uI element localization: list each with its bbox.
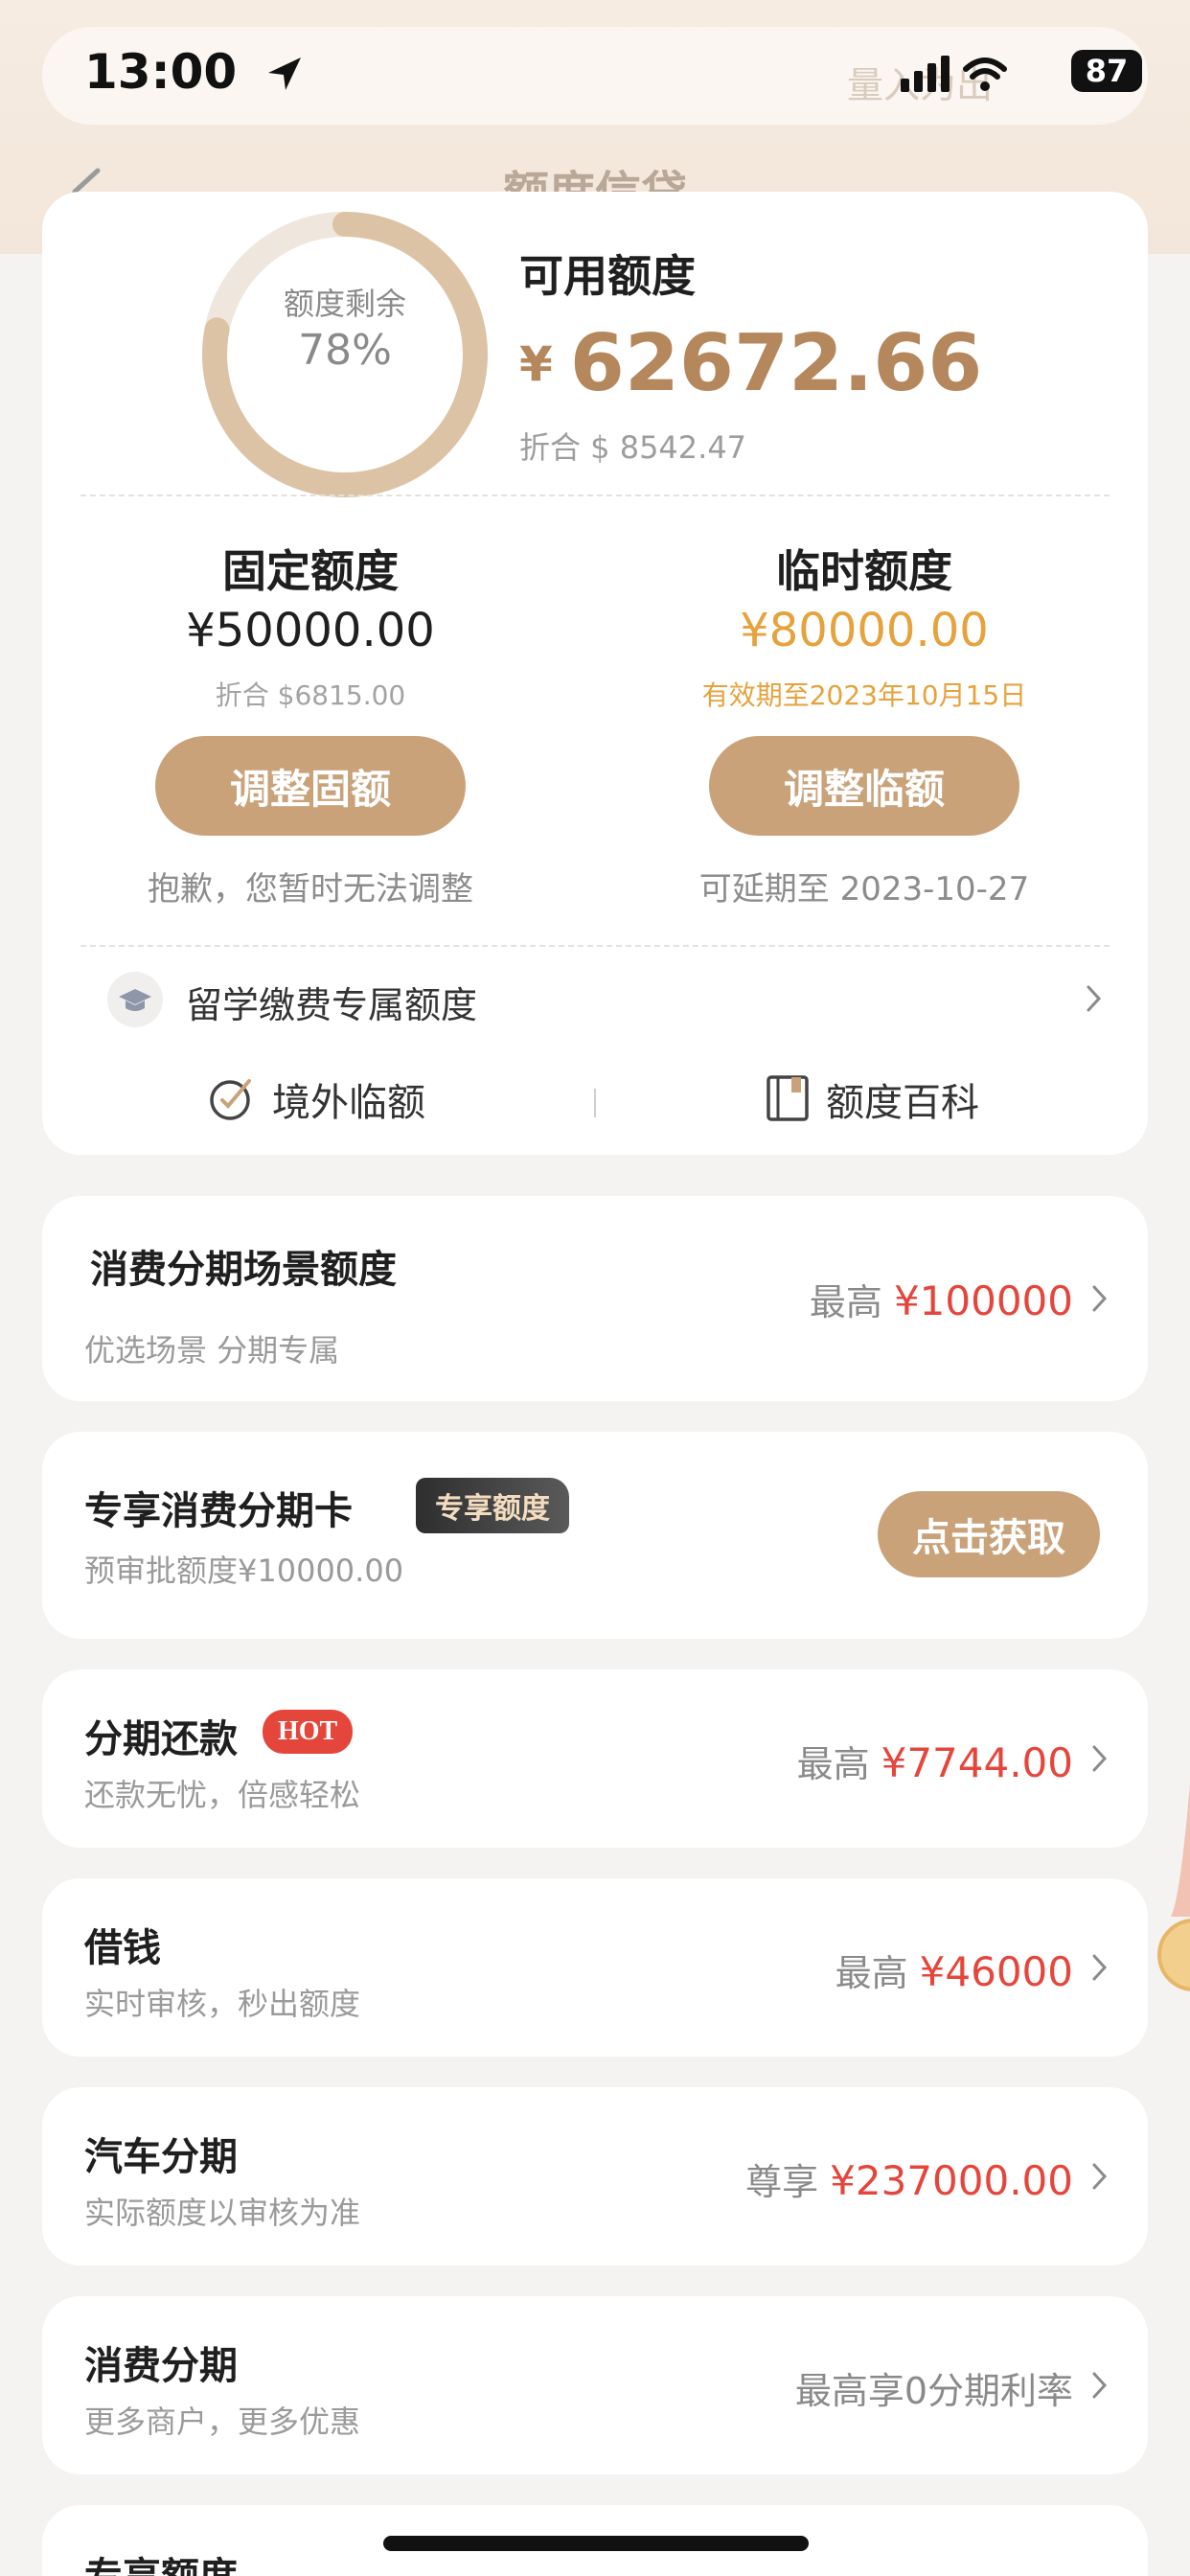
list-item-title: 汽车分期 bbox=[84, 2135, 238, 2179]
partial-card-title: 专享额度 bbox=[84, 2545, 238, 2576]
list-item-title: 借钱 bbox=[84, 1926, 161, 1970]
exclusive-card-subtitle: 预审批额度¥10000.00 bbox=[84, 1552, 404, 1589]
available-converted: 折合 $ 8542.47 bbox=[519, 429, 747, 466]
list-item-amount: ¥7744.00 bbox=[881, 1739, 1073, 1786]
list-item-prefix: 尊享 bbox=[745, 2161, 819, 2203]
available-quota-label: 可用额度 bbox=[519, 250, 696, 302]
chevron-right-icon bbox=[1092, 2163, 1108, 2190]
quota-encyclopedia-link[interactable]: 额度百科 bbox=[826, 1071, 979, 1127]
list-item-title: 分期还款 bbox=[84, 1717, 238, 1761]
scene-max-value: ¥100000 bbox=[893, 1277, 1073, 1324]
quota-links: 境外临额 额度百科 bbox=[42, 1064, 1148, 1140]
temp-quota-amount: ¥80000.00 bbox=[740, 604, 989, 657]
hot-badge: HOT bbox=[263, 1710, 354, 1754]
signal-wifi-icon bbox=[901, 56, 1007, 92]
currency-symbol: ¥ bbox=[519, 335, 553, 392]
list-item[interactable]: 消费分期 更多商户，更多优惠 最高享0分期利率 bbox=[42, 2296, 1148, 2474]
scene-quota-subtitle: 优选场景 分期专属 bbox=[84, 1332, 340, 1368]
divider bbox=[80, 945, 1110, 947]
credit-quota-page: 13:00 量入为出 87 额度信贷 额度剩余 78% 可用额度 ¥62672.… bbox=[0, 0, 1190, 2576]
list-item-subtitle: 实际额度以审核为准 bbox=[84, 2195, 361, 2231]
adjust-temp-button[interactable]: 调整临额 bbox=[709, 736, 1019, 836]
available-quota-amount: ¥62672.66 bbox=[519, 318, 982, 409]
exclusive-quota-badge: 专享额度 bbox=[416, 1478, 569, 1533]
study-abroad-quota-row[interactable]: 留学缴费专属额度 bbox=[80, 958, 1110, 1039]
link-divider bbox=[594, 1089, 596, 1117]
home-indicator bbox=[383, 2536, 809, 2551]
list-item-subtitle: 更多商户，更多优惠 bbox=[84, 2404, 361, 2440]
floating-coin-icon[interactable] bbox=[1152, 1782, 1190, 2051]
status-time: 13:00 bbox=[84, 44, 238, 100]
list-item-value: 最高 ¥46000 bbox=[835, 1944, 1073, 1996]
available-amount-value: 62672.66 bbox=[569, 318, 983, 409]
exclusive-installment-card: 专享消费分期卡 专享额度 预审批额度¥10000.00 点击获取 bbox=[42, 1432, 1148, 1639]
scene-max-prefix: 最高 bbox=[809, 1281, 882, 1323]
fixed-quota-note: 抱歉，您暂时无法调整 bbox=[148, 870, 473, 908]
chevron-right-icon bbox=[1092, 1745, 1108, 1772]
scene-quota-card[interactable]: 消费分期场景额度 优选场景 分期专属 最高 ¥100000 bbox=[42, 1196, 1148, 1401]
divider bbox=[80, 494, 1110, 496]
list-item[interactable]: 分期还款 HOT 还款无忧，倍感轻松 最高 ¥7744.00 bbox=[42, 1669, 1148, 1848]
list-item-prefix: 最高 bbox=[835, 1952, 908, 1994]
overseas-temp-quota-link[interactable]: 境外临额 bbox=[272, 1071, 425, 1127]
ring-label: 额度剩余 bbox=[283, 286, 406, 322]
fixed-quota-amount: ¥50000.00 bbox=[186, 604, 435, 657]
get-now-button[interactable]: 点击获取 bbox=[878, 1491, 1100, 1577]
list-item-value: 尊享 ¥237000.00 bbox=[745, 2152, 1073, 2205]
temp-quota-validity: 有效期至2023年10月15日 bbox=[701, 679, 1027, 711]
book-icon bbox=[767, 1075, 809, 1121]
overseas-icon bbox=[210, 1079, 251, 1120]
chevron-right-icon bbox=[1092, 1285, 1108, 1312]
temp-quota-note: 可延期至 2023-10-27 bbox=[698, 870, 1030, 908]
list-item-subtitle: 实时审核，秒出额度 bbox=[84, 1986, 361, 2022]
list-item[interactable]: 借钱 实时审核，秒出额度 最高 ¥46000 bbox=[42, 1878, 1148, 2057]
ring-value: 78% bbox=[298, 326, 392, 375]
location-arrow-icon bbox=[268, 58, 301, 90]
list-item-amount: ¥237000.00 bbox=[830, 2157, 1073, 2204]
adjust-fixed-button[interactable]: 调整固额 bbox=[155, 736, 466, 836]
study-abroad-label: 留学缴费专属额度 bbox=[186, 984, 478, 1026]
graduation-cap-icon bbox=[107, 972, 163, 1027]
quota-summary-card: 额度剩余 78% 可用额度 ¥62672.66 折合 $ 8542.47 固定额… bbox=[42, 192, 1148, 1155]
battery-indicator: 87 bbox=[1071, 50, 1142, 92]
list-item-subtitle: 还款无忧，倍感轻松 bbox=[84, 1777, 361, 1813]
temp-quota-title: 临时额度 bbox=[776, 545, 952, 597]
chevron-right-icon bbox=[1087, 985, 1102, 1012]
chevron-right-icon bbox=[1092, 2372, 1108, 2399]
list-item-value: 最高 ¥7744.00 bbox=[797, 1735, 1073, 1787]
fixed-quota-converted: 折合 $6815.00 bbox=[215, 679, 406, 711]
list-item-prefix: 最高 bbox=[796, 1743, 870, 1785]
scene-quota-max: 最高 ¥100000 bbox=[810, 1273, 1073, 1325]
chevron-right-icon bbox=[1092, 1954, 1108, 1981]
scene-quota-title: 消费分期场景额度 bbox=[90, 1248, 397, 1292]
fixed-quota-title: 固定额度 bbox=[222, 545, 399, 597]
list-item-amount: ¥46000 bbox=[919, 1948, 1073, 1995]
status-bar: 13:00 量入为出 87 bbox=[42, 27, 1148, 125]
exclusive-card-title: 专享消费分期卡 bbox=[84, 1489, 353, 1533]
list-item-title: 消费分期 bbox=[84, 2344, 238, 2388]
list-item-prefix: 最高享0分期利率 bbox=[794, 2370, 1073, 2412]
list-item[interactable]: 汽车分期 实际额度以审核为准 尊享 ¥237000.00 bbox=[42, 2087, 1148, 2266]
list-item-value: 最高享0分期利率 bbox=[795, 2361, 1073, 2414]
